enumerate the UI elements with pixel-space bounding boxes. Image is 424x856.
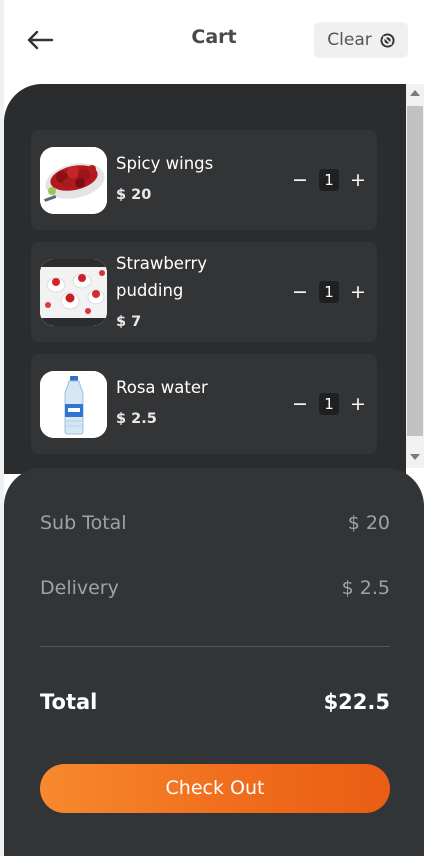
quantity-stepper: − 1 + bbox=[289, 392, 369, 416]
increment-button[interactable]: + bbox=[347, 281, 369, 303]
cancel-circle-icon bbox=[380, 32, 395, 48]
increment-button[interactable]: + bbox=[347, 169, 369, 191]
decrement-button[interactable]: − bbox=[289, 169, 311, 191]
cart-item: Spicy wings $ 20 − 1 + bbox=[31, 130, 377, 230]
clear-button[interactable]: Clear bbox=[314, 22, 408, 58]
item-price: $ 7 bbox=[116, 314, 142, 330]
item-name: Rosa water bbox=[116, 378, 208, 397]
cart-item: Rosa water $ 2.5 − 1 + bbox=[31, 354, 377, 454]
quantity-value: 1 bbox=[319, 281, 339, 303]
subtotal-label: Sub Total bbox=[40, 512, 127, 534]
item-name: Spicy wings bbox=[116, 154, 214, 173]
total-label: Total bbox=[40, 690, 98, 714]
summary-divider bbox=[40, 646, 390, 647]
decrement-button[interactable]: − bbox=[289, 393, 311, 415]
increment-button[interactable]: + bbox=[347, 393, 369, 415]
header: Cart Clear bbox=[4, 0, 424, 84]
item-image-spicy-wings bbox=[40, 147, 107, 214]
clear-label: Clear bbox=[327, 30, 372, 50]
scroll-down-arrow-icon[interactable] bbox=[410, 454, 420, 460]
item-price: $ 2.5 bbox=[116, 411, 157, 427]
quantity-value: 1 bbox=[319, 169, 339, 191]
order-summary-panel: Sub Total $ 20 Delivery $ 2.5 Total $22.… bbox=[4, 468, 424, 856]
quantity-value: 1 bbox=[319, 393, 339, 415]
item-name: Strawberry pudding bbox=[116, 254, 207, 300]
checkout-button[interactable]: Check Out bbox=[40, 764, 390, 813]
decrement-button[interactable]: − bbox=[289, 281, 311, 303]
item-image-rosa-water bbox=[40, 371, 107, 438]
scrollbar[interactable] bbox=[406, 84, 424, 468]
total-value: $22.5 bbox=[323, 690, 390, 714]
item-price: $ 20 bbox=[116, 187, 152, 203]
delivery-label: Delivery bbox=[40, 577, 119, 599]
quantity-stepper: − 1 + bbox=[289, 280, 369, 304]
quantity-stepper: − 1 + bbox=[289, 168, 369, 192]
cart-item: Strawberry pudding $ 7 − 1 + bbox=[31, 242, 377, 342]
scrollbar-thumb[interactable] bbox=[407, 106, 423, 436]
cart-items-panel: Spicy wings $ 20 − 1 + Strawberry puddin… bbox=[4, 84, 406, 474]
delivery-value: $ 2.5 bbox=[341, 577, 390, 599]
item-image-strawberry-pudding bbox=[40, 259, 107, 326]
scroll-up-arrow-icon[interactable] bbox=[410, 90, 420, 96]
subtotal-value: $ 20 bbox=[347, 512, 390, 534]
